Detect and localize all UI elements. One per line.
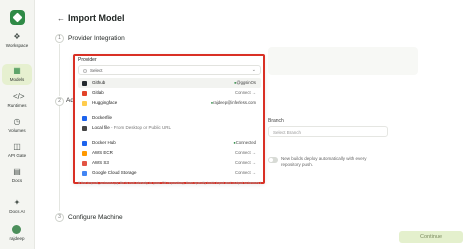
google-cloud-icon [82, 171, 87, 176]
provider-option-docker-hub[interactable]: Docker Hub Connected [78, 138, 261, 148]
aws-ecr-icon [82, 151, 87, 156]
sidebar-item-api-gate[interactable]: ◫ API Gate [2, 142, 32, 159]
connect-link[interactable]: Connect → [235, 88, 256, 98]
gitlab-icon [82, 91, 87, 96]
step-connector [59, 44, 60, 96]
step-number: 2 [55, 97, 64, 106]
auto-deploy-text: New builds deploy automatically with eve… [281, 156, 367, 167]
sidebar-item-label: Docs AI [9, 209, 25, 214]
sidebar-item-models[interactable]: ▦ Models [2, 64, 32, 85]
sidebar-item-volumes[interactable]: ◷ Volumes [2, 117, 32, 134]
docker-icon [82, 116, 87, 121]
provider-select[interactable]: Select ⌄ [78, 65, 261, 75]
step-number: 1 [55, 34, 64, 43]
sidebar: ❖ Workspace ▦ Models </> Runtimes ◷ Volu… [0, 0, 34, 249]
sidebar-item-label: Volumes [8, 128, 26, 133]
provider-select-value: Select [90, 68, 103, 73]
provider-option-google-cloud-storage[interactable]: Google Cloud Storage Connect → [78, 168, 261, 178]
sidebar-item-docs-ai[interactable]: ✦ Docs AI [2, 198, 32, 215]
api-gate-icon: ◫ [13, 142, 21, 151]
option-label: Google Cloud Storage [92, 170, 137, 175]
option-label: Local file [92, 125, 110, 130]
option-status: Connected [233, 138, 256, 148]
step-connector [59, 106, 60, 211]
step-title: Provider Integration [68, 35, 125, 42]
provider-option-github[interactable]: Github @ggsinOs [78, 78, 261, 88]
provider-option-aws-ecr[interactable]: AWS ECR Connect → [78, 148, 261, 158]
provider-dropdown: Provider Select ⌄ Github @ggsinOs Gitlab… [73, 54, 265, 185]
volumes-icon: ◷ [13, 117, 21, 126]
continue-button[interactable]: Continue [399, 231, 463, 243]
docs-ai-icon: ✦ [13, 198, 21, 207]
sidebar-item-docs[interactable]: ▤ Docs [2, 167, 32, 184]
option-label: Dockerfile [92, 115, 113, 120]
provider-option-aws-s3[interactable]: AWS S3 Connect → [78, 158, 261, 168]
local-file-icon [82, 126, 87, 131]
step-number: 3 [55, 213, 64, 222]
connect-link[interactable]: Connect → [235, 168, 256, 178]
option-sublabel: - From Desktop or Public URL [109, 125, 172, 130]
aws-s3-icon [82, 161, 87, 166]
sidebar-item-label: Workspace [5, 43, 29, 48]
github-icon [82, 81, 87, 86]
sidebar-item-runtimes[interactable]: </> Runtimes [2, 92, 32, 109]
option-label: Huggingface [92, 100, 118, 105]
option-label: Github [92, 80, 106, 85]
step-title: Configure Machine [68, 214, 123, 221]
connect-link[interactable]: Connect → [235, 148, 256, 158]
radio-icon [83, 68, 87, 73]
sidebar-item-label: API Gate [7, 153, 27, 158]
avatar[interactable] [12, 225, 21, 234]
sidebar-item-workspace[interactable]: ❖ Workspace [2, 32, 32, 49]
dropdown-hint: If the import_schema.py file is not alre… [78, 181, 261, 185]
provider-label: Provider [78, 57, 97, 63]
docker-hub-icon [82, 141, 87, 146]
provider-options: Github @ggsinOs Gitlab Connect → Hugging… [78, 78, 261, 178]
option-label: AWS S3 [92, 160, 109, 165]
user-name: rajdeep [9, 236, 25, 241]
docs-icon: ▤ [13, 167, 21, 176]
auto-deploy-toggle[interactable] [268, 157, 278, 163]
branch-label: Branch [268, 118, 284, 124]
page-title: Import Model [68, 13, 125, 23]
runtimes-icon: </> [13, 92, 25, 101]
workspace-icon: ❖ [13, 32, 21, 41]
provider-option-local-file[interactable]: Local file - From Desktop or Public URL [78, 123, 261, 133]
branch-select[interactable]: Select Branch [268, 126, 388, 137]
option-label: AWS ECR [92, 150, 113, 155]
option-label: Gitlab [92, 90, 104, 95]
chevron-down-icon: ⌄ [251, 67, 256, 73]
models-icon: ▦ [13, 66, 21, 75]
provider-option-huggingface[interactable]: Huggingface rajdeep@inferless.com [78, 98, 261, 108]
huggingface-icon [82, 101, 87, 106]
option-label: Docker Hub [92, 140, 116, 145]
sidebar-item-label: Docs [11, 178, 23, 183]
provider-option-gitlab[interactable]: Gitlab Connect → [78, 88, 261, 98]
app-logo[interactable] [10, 10, 25, 25]
sidebar-item-label: Models [9, 77, 25, 82]
provider-option-dockerfile[interactable]: Dockerfile [78, 113, 261, 123]
back-arrow-icon[interactable]: ← [57, 14, 65, 23]
option-status: @ggsinOs [234, 78, 256, 88]
option-status: rajdeep@inferless.com [211, 98, 256, 108]
connect-link[interactable]: Connect → [235, 158, 256, 168]
integration-panel [268, 47, 418, 75]
sidebar-item-label: Runtimes [7, 103, 27, 108]
